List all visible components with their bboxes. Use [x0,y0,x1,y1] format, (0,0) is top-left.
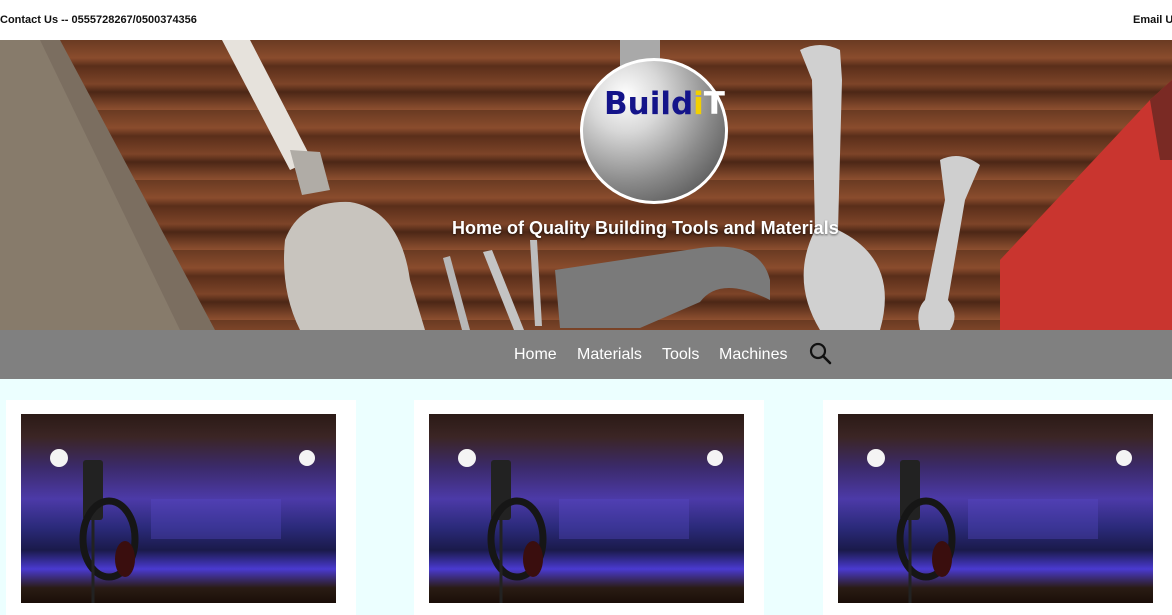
hero-tagline: Home of Quality Building Tools and Mater… [452,218,839,238]
logo-badge[interactable] [580,58,728,204]
top-bar: Contact Us -- 0555728267/0500374356 Emai… [0,0,1172,40]
tools-background-image [0,40,1172,330]
microphone-icon [867,449,1132,603]
product-card[interactable] [6,400,356,615]
search-icon[interactable] [808,341,832,365]
nav-item-materials[interactable]: Materials [577,346,642,364]
product-image[interactable] [838,414,1153,603]
microphone-icon [458,449,723,603]
main-nav: Home Materials Tools Machines [0,330,1172,379]
product-image[interactable] [429,414,744,603]
product-image[interactable] [21,414,336,603]
logo-text-build: Build [604,86,694,122]
nav-item-machines[interactable]: Machines [719,346,787,364]
nav-item-home[interactable]: Home [514,346,557,364]
nav-item-tools[interactable]: Tools [662,346,699,364]
contact-text: Contact Us -- 0555728267/0500374356 [0,14,197,26]
microphone-icon [50,449,315,603]
hero-banner [0,40,1172,330]
logo-text-t: T [703,86,725,122]
email-link[interactable]: Email U [1133,14,1172,26]
product-card[interactable] [414,400,764,615]
product-card[interactable] [823,400,1172,615]
logo-text-i: i [693,86,704,122]
logo-text[interactable]: BuildiT [604,86,725,122]
